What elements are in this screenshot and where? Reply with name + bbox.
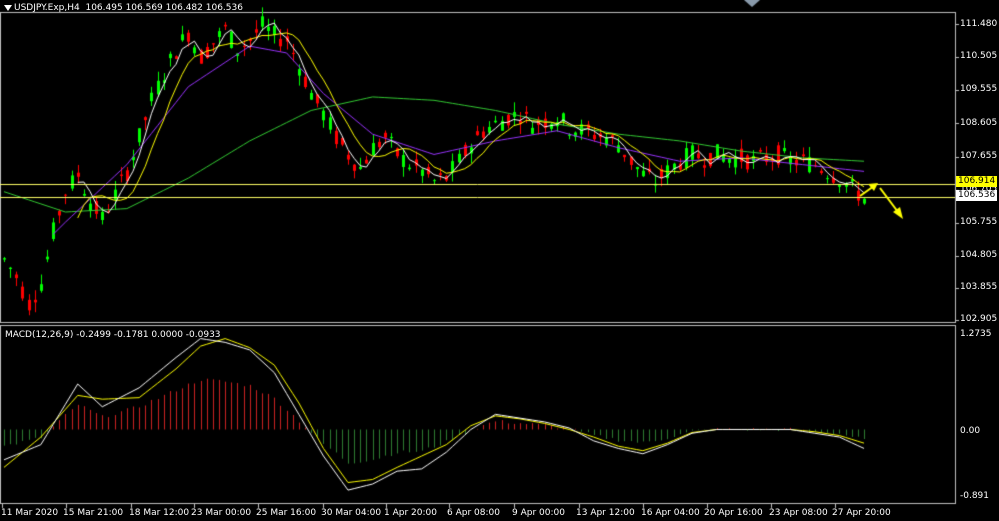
time-label: 16 Apr 04:00 bbox=[641, 508, 700, 518]
high-value: 106.569 bbox=[125, 3, 163, 13]
symbol-label: USDJPY.Exp,H4 bbox=[14, 3, 80, 13]
time-label: 23 Apr 08:00 bbox=[769, 508, 828, 518]
macd-values: -0.2499 -0.1781 0.0000 -0.0933 bbox=[76, 330, 221, 340]
price-tick: 111.480 bbox=[960, 19, 998, 29]
time-label: 27 Apr 20:00 bbox=[832, 508, 891, 518]
macd-tick: 1.2735 bbox=[960, 329, 992, 339]
price-tick: 102.905 bbox=[960, 314, 998, 324]
time-label: 23 Mar 00:00 bbox=[191, 508, 252, 518]
close-value: 106.536 bbox=[205, 3, 243, 13]
time-label: 15 Mar 21:00 bbox=[63, 508, 124, 518]
time-label: 25 Mar 16:00 bbox=[256, 508, 317, 518]
macd-tick: 0.00 bbox=[960, 426, 981, 436]
price-tick: 107.655 bbox=[960, 151, 998, 161]
time-label: 20 Apr 16:00 bbox=[704, 508, 763, 518]
macd-label: MACD(12,26,9) bbox=[5, 330, 74, 340]
price-tag-current: 106.536 bbox=[956, 190, 998, 201]
time-label: 18 Mar 12:00 bbox=[129, 508, 190, 518]
chart-title: USDJPY.Exp,H4 106.495 106.569 106.482 10… bbox=[14, 3, 243, 14]
low-value: 106.482 bbox=[165, 3, 203, 13]
time-label: 1 Apr 20:00 bbox=[384, 508, 437, 518]
price-tick: 110.505 bbox=[960, 51, 998, 61]
price-tick: 108.605 bbox=[960, 118, 998, 128]
time-label: 11 Mar 2020 bbox=[1, 508, 59, 518]
price-tick: 109.555 bbox=[960, 84, 998, 94]
time-label: 13 Apr 12:00 bbox=[576, 508, 635, 518]
price-tick: 104.805 bbox=[960, 250, 998, 260]
open-value: 106.495 bbox=[85, 3, 123, 13]
time-label: 30 Mar 04:00 bbox=[321, 508, 382, 518]
macd-title: MACD(12,26,9) -0.2499 -0.1781 0.0000 -0.… bbox=[5, 330, 221, 341]
price-tick: 105.755 bbox=[960, 217, 998, 227]
chart-canvas[interactable] bbox=[0, 0, 999, 521]
macd-tick: -0.891 bbox=[960, 491, 990, 501]
chart-menu-icon[interactable] bbox=[4, 5, 12, 11]
price-tick: 103.855 bbox=[960, 282, 998, 292]
time-label: 9 Apr 00:00 bbox=[512, 508, 565, 518]
time-label: 6 Apr 08:00 bbox=[447, 508, 500, 518]
price-tag-high: 106.914 bbox=[956, 176, 998, 187]
